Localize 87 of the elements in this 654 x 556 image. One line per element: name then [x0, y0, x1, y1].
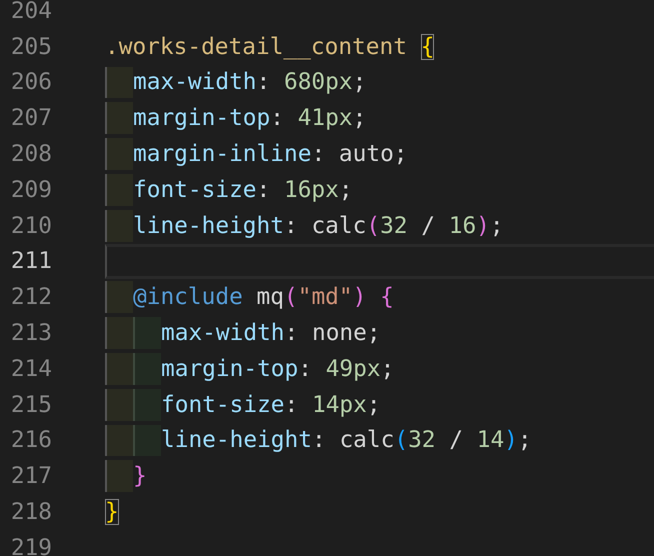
bracket: } [133, 463, 147, 490]
punctuation: : [284, 390, 300, 419]
line-number: 209 [10, 176, 52, 204]
number-value: 32 [408, 426, 436, 454]
property-name: font-size [161, 390, 285, 419]
number-value: 49px [326, 354, 381, 383]
punctuation: : [298, 354, 313, 383]
punctuation: ; [380, 354, 394, 383]
number-value: 14 [476, 426, 504, 454]
indent-guide [105, 317, 133, 349]
punctuation: : [311, 140, 326, 168]
string-literal: "md" [298, 283, 353, 312]
line-number: 219 [10, 534, 52, 556]
punctuation: ; [352, 68, 366, 96]
line-number: 217 [10, 462, 52, 490]
punctuation: ; [338, 176, 353, 204]
line-number: 215 [10, 390, 52, 419]
punctuation: : [270, 104, 285, 132]
function-name: calc [339, 426, 394, 454]
punctuation: : [284, 212, 299, 240]
indent-guide [105, 102, 133, 134]
line-number: 205 [10, 32, 52, 61]
punctuation: : [256, 68, 272, 96]
indent-guide [105, 281, 133, 314]
number-value: 32 [380, 212, 408, 240]
number-value: 16px [284, 176, 339, 204]
selector-name: .works-detail__content [105, 32, 408, 61]
line-number: 211 [10, 247, 52, 276]
line-number: 206 [10, 68, 52, 96]
property-name: margin-top [161, 354, 298, 383]
property-name: line-height [133, 212, 284, 240]
line-number: 213 [10, 319, 52, 348]
bracket: ) [476, 212, 490, 239]
property-name: font-size [133, 176, 257, 204]
property-name: line-height [161, 426, 312, 454]
function-name: mq [256, 283, 284, 312]
line-number: 210 [10, 212, 52, 240]
indent-guide [133, 388, 161, 421]
punctuation: ; [352, 104, 366, 132]
punctuation: / [420, 212, 436, 240]
indent-guide [133, 352, 161, 385]
line-number: 212 [10, 283, 52, 312]
number-value: 16 [448, 212, 476, 240]
line-number: 207 [10, 104, 52, 132]
bracket: ( [394, 427, 408, 454]
keyword-value: auto [338, 140, 394, 168]
line-number: 214 [10, 354, 52, 383]
line-number: 204 [10, 0, 52, 25]
punctuation: ; [366, 390, 381, 419]
bracket: { [380, 284, 394, 310]
property-name: margin-top [133, 104, 270, 132]
indent-guide [105, 174, 133, 206]
number-value: 41px [298, 104, 353, 132]
line-number: 216 [10, 426, 52, 454]
property-name: margin-inline [133, 140, 312, 168]
line-number: 208 [10, 140, 52, 168]
number-value: 14px [312, 390, 367, 419]
line-number: 218 [10, 498, 52, 526]
bracket: ) [352, 284, 368, 310]
bracket: ) [504, 427, 518, 454]
bracket: { [420, 34, 434, 60]
indent-guide [133, 317, 161, 349]
punctuation: : [312, 426, 327, 454]
bracket: ( [284, 284, 298, 310]
indent-guide [105, 460, 133, 492]
indent-guide [105, 66, 133, 98]
property-name: max-width [133, 68, 257, 96]
indent-guide [133, 424, 161, 456]
bracket: } [105, 499, 119, 526]
at-rule-keyword: @include [133, 283, 244, 312]
indent-guide [105, 388, 133, 421]
punctuation: : [284, 319, 300, 348]
indent-guide [105, 138, 133, 170]
property-name: max-width [161, 319, 285, 348]
punctuation: ; [366, 319, 381, 348]
indent-guide [105, 210, 133, 242]
punctuation: ; [518, 426, 532, 454]
function-name: calc [311, 212, 366, 240]
punctuation: / [448, 426, 464, 454]
number-value: 680px [284, 68, 353, 96]
indent-guide [105, 424, 133, 456]
indent-guide [105, 352, 133, 385]
keyword-value: none [312, 319, 367, 348]
punctuation: ; [490, 212, 504, 240]
bracket: ( [366, 212, 380, 239]
punctuation: : [256, 176, 272, 204]
punctuation: ; [394, 140, 408, 168]
